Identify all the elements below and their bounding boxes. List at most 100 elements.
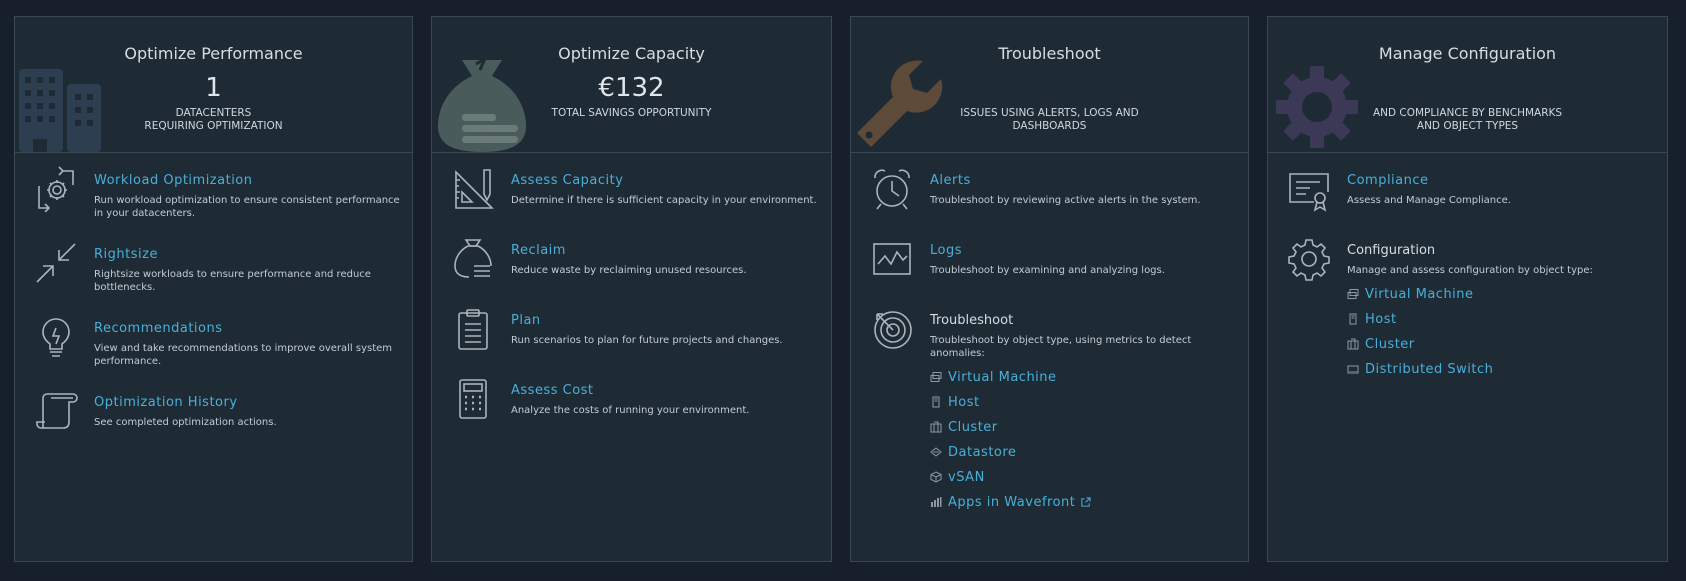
cluster-icon: [930, 421, 942, 433]
rightsize-link[interactable]: Rightsize: [94, 238, 400, 262]
card-subtitle: TOTAL SAVINGS OPPORTUNITY: [432, 107, 831, 120]
host-icon: [1347, 313, 1359, 325]
item-list: Workload Optimization Run workload optim…: [15, 164, 412, 460]
item-assess-capacity: Assess Capacity Determine if there is su…: [432, 164, 831, 234]
link-host[interactable]: Host: [930, 394, 1236, 410]
lightbulb-icon: [33, 314, 79, 360]
item-description: Troubleshoot by object type, using metri…: [930, 334, 1236, 360]
assess-capacity-link[interactable]: Assess Capacity: [511, 164, 819, 188]
link-label: Distributed Switch: [1365, 362, 1493, 377]
workload-optimization-link[interactable]: Workload Optimization: [94, 164, 400, 188]
item-description: Run workload optimization to ensure cons…: [94, 194, 400, 220]
item-description: Troubleshoot by examining and analyzing …: [930, 264, 1236, 277]
link-cluster[interactable]: Cluster: [930, 419, 1236, 435]
card-title: Troubleshoot: [851, 44, 1248, 63]
item-reclaim: Reclaim Reduce waste by reclaiming unuse…: [432, 234, 831, 304]
virtual-machine-icon: [930, 371, 942, 383]
link-label: Virtual Machine: [1365, 287, 1474, 302]
item-compliance: Compliance Assess and Manage Compliance.: [1268, 164, 1667, 234]
item-troubleshoot: Troubleshoot Troubleshoot by object type…: [851, 304, 1248, 510]
rightsize-icon: [33, 240, 79, 286]
wavefront-icon: [930, 496, 942, 508]
link-label: Apps in Wavefront: [948, 495, 1075, 510]
card-header: Optimize Capacity €132 TOTAL SAVINGS OPP…: [432, 17, 831, 153]
wrench-icon: [851, 57, 946, 152]
item-description: Manage and assess configuration by objec…: [1347, 264, 1655, 277]
distributed-switch-icon: [1347, 363, 1359, 375]
link-virtual-machine[interactable]: Virtual Machine: [930, 369, 1236, 385]
stat-value: 1: [15, 73, 412, 103]
plan-link[interactable]: Plan: [511, 304, 819, 328]
link-datastore[interactable]: Datastore: [930, 444, 1236, 460]
item-description: Determine if there is sufficient capacit…: [511, 194, 819, 207]
card-optimize-performance: Optimize Performance 1 DATACENTERS REQUI…: [14, 16, 413, 562]
certificate-icon: [1286, 166, 1332, 212]
subtitle-line: ISSUES USING ALERTS, LOGS AND: [851, 107, 1248, 120]
stat-value: €132: [432, 73, 831, 103]
link-label: vSAN: [948, 470, 985, 485]
virtual-machine-icon: [1347, 288, 1359, 300]
card-troubleshoot: Troubleshoot ISSUES USING ALERTS, LOGS A…: [850, 16, 1249, 562]
link-label: Virtual Machine: [948, 370, 1057, 385]
scroll-icon: [33, 388, 79, 434]
troubleshoot-heading: Troubleshoot: [930, 304, 1236, 328]
datastore-icon: [930, 446, 942, 458]
ruler-pencil-icon: [450, 166, 496, 212]
workload-optimization-icon: [33, 166, 79, 212]
link-vsan[interactable]: vSAN: [930, 469, 1236, 485]
link-label: Cluster: [1365, 337, 1415, 352]
compliance-link[interactable]: Compliance: [1347, 164, 1655, 188]
item-alerts: Alerts Troubleshoot by reviewing active …: [851, 164, 1248, 234]
item-description: See completed optimization actions.: [94, 416, 400, 429]
reclaim-link[interactable]: Reclaim: [511, 234, 819, 258]
item-description: Assess and Manage Compliance.: [1347, 194, 1655, 207]
item-rightsize: Rightsize Rightsize workloads to ensure …: [15, 238, 412, 312]
link-apps-in-wavefront[interactable]: Apps in Wavefront: [930, 494, 1236, 510]
item-description: Rightsize workloads to ensure performanc…: [94, 268, 400, 294]
item-logs: Logs Troubleshoot by examining and analy…: [851, 234, 1248, 304]
item-description: Run scenarios to plan for future project…: [511, 334, 819, 347]
clipboard-icon: [450, 306, 496, 352]
link-host[interactable]: Host: [1347, 311, 1655, 327]
card-title: Manage Configuration: [1268, 44, 1667, 63]
subtitle-line: DASHBOARDS: [851, 120, 1248, 133]
assess-cost-link[interactable]: Assess Cost: [511, 374, 819, 398]
link-distributed-switch[interactable]: Distributed Switch: [1347, 361, 1655, 377]
optimization-history-link[interactable]: Optimization History: [94, 386, 400, 410]
card-header: Manage Configuration AND COMPLIANCE BY B…: [1268, 17, 1667, 153]
calculator-icon: [450, 376, 496, 422]
card-title: Optimize Performance: [15, 44, 412, 63]
alarm-clock-icon: [869, 166, 915, 212]
gear-icon: [1286, 236, 1332, 282]
configuration-heading: Configuration: [1347, 234, 1655, 258]
item-workload-optimization: Workload Optimization Run workload optim…: [15, 164, 412, 238]
subtitle-line: TOTAL SAVINGS OPPORTUNITY: [432, 107, 831, 120]
card-title: Optimize Capacity: [432, 44, 831, 63]
item-optimization-history: Optimization History See completed optim…: [15, 386, 412, 460]
log-chart-icon: [869, 236, 915, 282]
item-description: Analyze the costs of running your enviro…: [511, 404, 819, 417]
item-recommendations: Recommendations View and take recommenda…: [15, 312, 412, 386]
item-list: Assess Capacity Determine if there is su…: [432, 164, 831, 444]
item-description: Reduce waste by reclaiming unused resour…: [511, 264, 819, 277]
subtitle-line: REQUIRING OPTIMIZATION: [15, 120, 412, 133]
host-icon: [930, 396, 942, 408]
card-subtitle: ISSUES USING ALERTS, LOGS AND DASHBOARDS: [851, 107, 1248, 133]
external-link-icon: [1080, 497, 1091, 508]
item-list: Alerts Troubleshoot by reviewing active …: [851, 164, 1248, 510]
subtitle-line: AND OBJECT TYPES: [1268, 120, 1667, 133]
item-plan: Plan Run scenarios to plan for future pr…: [432, 304, 831, 374]
link-virtual-machine[interactable]: Virtual Machine: [1347, 286, 1655, 302]
item-configuration: Configuration Manage and assess configur…: [1268, 234, 1667, 377]
item-assess-cost: Assess Cost Analyze the costs of running…: [432, 374, 831, 444]
alerts-link[interactable]: Alerts: [930, 164, 1236, 188]
recommendations-link[interactable]: Recommendations: [94, 312, 400, 336]
cluster-icon: [1347, 338, 1359, 350]
card-optimize-capacity: Optimize Capacity €132 TOTAL SAVINGS OPP…: [431, 16, 832, 562]
card-header: Troubleshoot ISSUES USING ALERTS, LOGS A…: [851, 17, 1248, 153]
card-subtitle: DATACENTERS REQUIRING OPTIMIZATION: [15, 107, 412, 133]
logs-link[interactable]: Logs: [930, 234, 1236, 258]
item-description: View and take recommendations to improve…: [94, 342, 400, 368]
card-subtitle: AND COMPLIANCE BY BENCHMARKS AND OBJECT …: [1268, 107, 1667, 133]
link-cluster[interactable]: Cluster: [1347, 336, 1655, 352]
